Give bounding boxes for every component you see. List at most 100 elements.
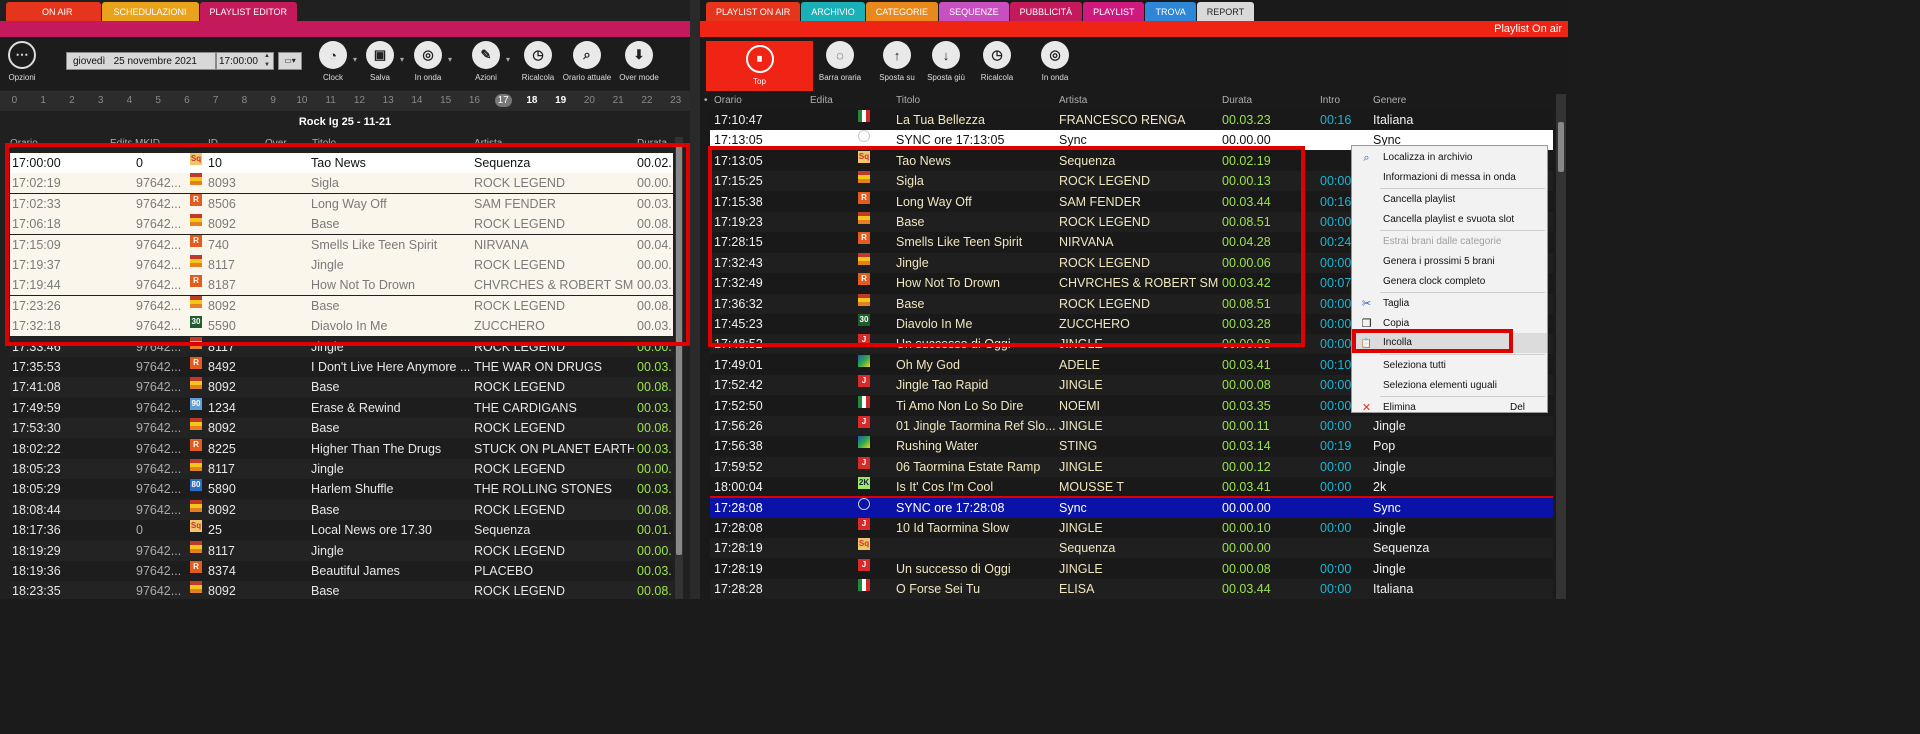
table-row[interactable]: 17:49:59 97642... 90 1234 Erase & Rewind THE … (10, 397, 673, 418)
hour-2[interactable]: 2 (58, 91, 87, 111)
table-row[interactable]: 17:06:18 97642... 8092 Base ROCK LEGEND 00.08… (10, 214, 673, 235)
table-row[interactable]: 17:10:47 La Tua Bellezza FRANCESCO RENGA 00… (710, 110, 1553, 130)
hour-5[interactable]: 5 (144, 91, 173, 111)
menu-item-informazioni-di-messa-in-onda[interactable]: Informazioni di messa in onda (1352, 168, 1547, 188)
table-row[interactable]: 17:28:19 J Un successo di Oggi JINGLE 00.00.… (710, 558, 1553, 579)
menu-item-incolla[interactable]: 📋 Incolla (1352, 333, 1547, 354)
hour-6[interactable]: 6 (173, 91, 202, 111)
table-row[interactable]: 17:56:26 J 01 Jingle Taormina Ref Slo... JI… (710, 416, 1553, 436)
spin-down-icon[interactable]: ▼ (264, 62, 270, 68)
hour-16[interactable]: 16 (460, 91, 489, 111)
tab-pubblicit-[interactable]: PUBBLICITÀ (1009, 2, 1083, 22)
tab-schedulazioni[interactable]: SCHEDULAZIONI (101, 2, 199, 22)
chevron-down-icon[interactable]: ▾ (448, 55, 452, 64)
hour-19[interactable]: 19 (546, 91, 575, 111)
menu-item-genera-clock-completo[interactable]: Genera clock completo (1352, 272, 1547, 292)
table-row[interactable]: 17:33:46 97642... 8117 Jingle ROCK LEGEND 00.… (10, 336, 673, 357)
calendar-dropdown-button[interactable]: ▭▾ (278, 52, 302, 70)
table-row[interactable]: 17:00:00 0 Sq 10 Tao News Sequenza 00.02. (10, 153, 673, 173)
jingle-flag-icon (190, 173, 202, 186)
time-cell: 17:15:09 (12, 237, 61, 252)
table-row[interactable]: 17:56:38 Rushing Water STING 00.03.14 00:19 P… (710, 436, 1553, 457)
hour-3[interactable]: 3 (86, 91, 115, 111)
table-row[interactable]: 17:41:08 97642... 8092 Base ROCK LEGEND 00.08… (10, 377, 673, 398)
hour-10[interactable]: 10 (288, 91, 317, 111)
tab-playlist[interactable]: PLAYLIST (1083, 2, 1145, 22)
right-scrollbar[interactable] (1556, 94, 1566, 599)
barra-oraria-button[interactable]: ◌ Barra oraria (810, 41, 870, 82)
pane-splitter[interactable] (690, 0, 700, 599)
menu-item-cancella-playlist[interactable]: Cancella playlist (1352, 190, 1547, 210)
hour-22[interactable]: 22 (633, 91, 662, 111)
table-row[interactable]: 17:15:09 97642... R 740 Smells Like Teen Spi… (10, 234, 673, 255)
table-row[interactable]: 17:32:18 97642... 30 5590 Diavolo In Me ZUCCH… (10, 316, 673, 337)
hour-14[interactable]: 14 (403, 91, 432, 111)
hour-23[interactable]: 23 (661, 91, 690, 111)
tab-archivio[interactable]: ARCHIVIO (801, 2, 865, 22)
table-row[interactable]: 17:23:26 97642... 8092 Base ROCK LEGEND 00.08… (10, 295, 673, 316)
hour-15[interactable]: 15 (431, 91, 460, 111)
hour-18[interactable]: 18 (518, 91, 547, 111)
table-row[interactable]: 18:23:35 97642... 8092 Base ROCK LEGEND 00.08… (10, 581, 673, 599)
options-button[interactable]: ⋯ Opzioni (0, 41, 52, 82)
hour-20[interactable]: 20 (575, 91, 604, 111)
time-spinner[interactable]: ▲ ▼ (260, 52, 274, 70)
hour-21[interactable]: 21 (604, 91, 633, 111)
table-row[interactable]: 18:05:23 97642... 8117 Jingle ROCK LEGEND 00.… (10, 459, 673, 479)
menu-item-genera-i-prossimi-brani[interactable]: Genera i prossimi 5 brani (1352, 252, 1547, 272)
menu-item-taglia[interactable]: ✂ Taglia (1352, 294, 1547, 314)
left-scrollbar[interactable] (675, 137, 683, 599)
table-row[interactable]: 18:17:36 0 Sq 25 Local News ore 17.30 Sequenz… (10, 520, 673, 541)
hour-4[interactable]: 4 (115, 91, 144, 111)
on-air-row[interactable]: 17:28:08 SYNC ore 17:28:08 Sync 00.00.00 Syn… (710, 497, 1553, 518)
table-row[interactable]: 18:19:36 97642... R 8374 Beautiful James PLAC… (10, 561, 673, 581)
table-row[interactable]: 18:05:29 97642... 80 5890 Harlem Shuffle THE … (10, 479, 673, 500)
table-row[interactable]: 17:35:53 97642... R 8492 I Don't Live Here A… (10, 357, 673, 377)
table-row[interactable]: 17:28:28 O Forse Sei Tu ELISA 00.03.44 00:00… (710, 579, 1553, 599)
hour-9[interactable]: 9 (259, 91, 288, 111)
hour-17[interactable]: 17 (489, 91, 518, 111)
in-onda-button[interactable]: ◎ In onda (1025, 41, 1085, 82)
artist-cell: Sequenza (474, 523, 531, 538)
table-row[interactable]: 17:28:08 J 10 Id Taormina Slow JINGLE 00.00.… (710, 518, 1553, 538)
hour-8[interactable]: 8 (230, 91, 259, 111)
left-scroll-thumb[interactable] (676, 145, 682, 555)
tab-trova[interactable]: TROVA (1145, 2, 1196, 22)
top-button[interactable]: ⏸ Top (706, 41, 813, 91)
tab-sequenze[interactable]: SEQUENZE (939, 2, 1009, 22)
hour-12[interactable]: 12 (345, 91, 374, 111)
table-row[interactable]: 17:02:33 97642... R 8506 Long Way Off SAM FEN… (10, 193, 673, 214)
table-row[interactable]: 18:00:04 2K Is It' Cos I'm Cool MOUSSE T 00.… (710, 477, 1553, 498)
tab-categorie[interactable]: CATEGORIE (865, 2, 939, 22)
table-row[interactable]: 18:19:29 97642... 8117 Jingle ROCK LEGEND 00.… (10, 540, 673, 561)
hour-13[interactable]: 13 (374, 91, 403, 111)
tab-playlist-editor[interactable]: PLAYLIST EDITOR (199, 2, 298, 22)
table-row[interactable]: 17:59:52 J 06 Taormina Estate Ramp JINGLE 00… (710, 456, 1553, 477)
hour-1[interactable]: 1 (29, 91, 58, 111)
over-mode-button[interactable]: ⬇ Over mode (609, 41, 669, 82)
table-row[interactable]: 17:19:37 97642... 8117 Jingle ROCK LEGEND 00.… (10, 255, 673, 275)
table-row[interactable]: 17:53:30 97642... 8092 Base ROCK LEGEND 00.08… (10, 418, 673, 439)
tab-on-air[interactable]: ON AIR (6, 2, 101, 22)
table-row[interactable]: 18:08:44 97642... 8092 Base ROCK LEGEND 00.08… (10, 499, 673, 520)
table-row[interactable]: 17:19:44 97642... R 8187 How Not To Drown CHV… (10, 275, 673, 296)
menu-item-elimina[interactable]: ✕ Elimina Del (1352, 398, 1547, 418)
hour-7[interactable]: 7 (201, 91, 230, 111)
date-picker[interactable]: giovedì 25 novembre 2021 (66, 52, 216, 70)
table-row[interactable]: 17:02:19 97642... 8093 Sigla ROCK LEGEND 00.0… (10, 173, 673, 194)
table-row[interactable]: 17:28:19 Sq Sequenza 00.00.00 Sequenza (710, 538, 1553, 559)
hour-11[interactable]: 11 (316, 91, 345, 111)
tab-report[interactable]: REPORT (1196, 2, 1255, 22)
menu-item-localizza-in-archivio[interactable]: ⌕ Localizza in archivio (1352, 148, 1547, 168)
right-scroll-thumb[interactable] (1558, 122, 1564, 172)
menu-item-copia[interactable]: ❐ Copia (1352, 314, 1547, 334)
hour-0[interactable]: 0 (0, 91, 29, 111)
menu-item-cancella-playlist-e-svuota-slot[interactable]: Cancella playlist e svuota slot (1352, 210, 1547, 230)
tab-playlist-on-air[interactable]: PLAYLIST ON AIR (706, 2, 801, 22)
spin-up-icon[interactable]: ▲ (264, 53, 270, 59)
menu-item-seleziona-elementi-uguali[interactable]: Seleziona elementi uguali (1352, 376, 1547, 396)
orario-attuale-button[interactable]: ⌕ Orario attuale (557, 41, 617, 82)
ricalcola-button[interactable]: ◷ Ricalcola (967, 41, 1027, 82)
menu-item-seleziona-tutti[interactable]: Seleziona tutti (1352, 356, 1547, 376)
table-row[interactable]: 18:02:22 97642... R 8225 Higher Than The Dru… (10, 438, 673, 459)
